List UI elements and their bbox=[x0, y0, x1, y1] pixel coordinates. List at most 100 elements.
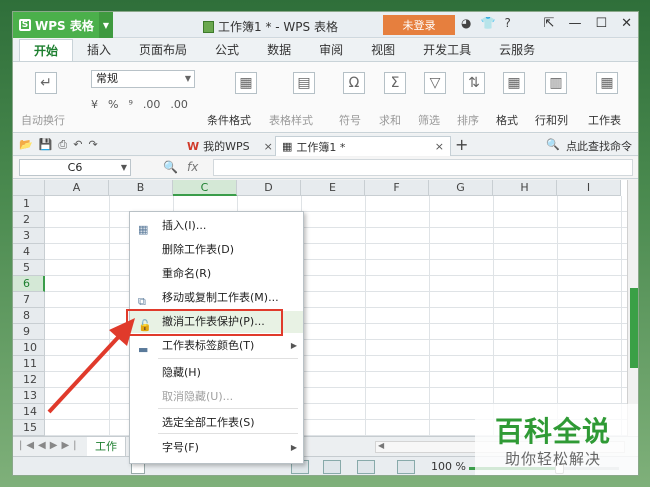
redo-icon[interactable]: ↷ bbox=[88, 138, 97, 152]
help-icon[interactable]: ? bbox=[504, 16, 510, 30]
folder-icon[interactable]: 📂 bbox=[19, 138, 33, 152]
context-menu-item[interactable]: 隐藏(H) bbox=[130, 362, 303, 384]
save-icon[interactable]: 💾 bbox=[39, 138, 53, 152]
symbol-button[interactable]: 符号 bbox=[339, 112, 361, 128]
app-menu-button[interactable]: S WPS 表格 ▼ bbox=[13, 12, 113, 38]
row-header[interactable]: 11 bbox=[13, 356, 45, 372]
format-icon[interactable]: ▦ bbox=[503, 72, 525, 94]
context-menu-item[interactable]: 选定全部工作表(S) bbox=[130, 412, 303, 434]
undo-icon[interactable]: ↶ bbox=[73, 138, 82, 152]
row-column-button[interactable]: 行和列 bbox=[535, 112, 568, 128]
chevron-down-icon[interactable]: ▼ bbox=[99, 12, 113, 38]
column-header[interactable]: F bbox=[365, 180, 429, 196]
maximize-icon[interactable]: ☐ bbox=[595, 16, 607, 31]
conditional-format-icon[interactable]: ▦ bbox=[235, 72, 257, 94]
sheet-tab[interactable]: 工作 bbox=[87, 437, 126, 457]
skin-icon[interactable]: ◕ bbox=[461, 16, 471, 30]
zoom-icon[interactable]: 🔍 bbox=[163, 160, 178, 174]
scroll-thumb[interactable] bbox=[630, 288, 638, 368]
login-button[interactable]: 未登录 bbox=[383, 15, 455, 35]
name-box[interactable]: C6 ▼ bbox=[19, 159, 131, 176]
percent-button[interactable]: % bbox=[108, 98, 118, 111]
page-break-view-icon[interactable] bbox=[323, 460, 341, 474]
sheet-nav-arrows[interactable]: |◀◀▶▶| bbox=[19, 440, 81, 451]
function-icon[interactable]: fx bbox=[187, 160, 198, 174]
reading-mode-icon[interactable] bbox=[397, 460, 415, 474]
row-header[interactable]: 14 bbox=[13, 404, 45, 420]
row-header[interactable]: 2 bbox=[13, 212, 45, 228]
thousands-button[interactable]: ⁹ bbox=[128, 98, 132, 111]
tab-review[interactable]: 审阅 bbox=[305, 39, 357, 61]
worksheet-button[interactable]: 工作表 bbox=[588, 112, 621, 128]
shirt-icon[interactable]: 👕 bbox=[480, 16, 495, 30]
tab-view[interactable]: 视图 bbox=[357, 39, 409, 61]
close-icon[interactable]: ✕ bbox=[621, 16, 632, 31]
tab-home[interactable]: 开始 bbox=[19, 39, 74, 61]
worksheet-icon[interactable]: ▦ bbox=[596, 72, 618, 94]
vertical-scrollbar[interactable] bbox=[627, 180, 638, 436]
symbol-icon[interactable]: Ω bbox=[343, 72, 365, 94]
select-all-corner[interactable] bbox=[13, 180, 45, 196]
tab-developer[interactable]: 开发工具 bbox=[409, 39, 485, 61]
column-header[interactable]: A bbox=[45, 180, 109, 196]
row-header[interactable]: 5 bbox=[13, 260, 45, 276]
row-header[interactable]: 13 bbox=[13, 388, 45, 404]
column-header[interactable]: E bbox=[301, 180, 365, 196]
decrease-decimal-button[interactable]: .00 bbox=[170, 98, 188, 111]
row-header[interactable]: 9 bbox=[13, 324, 45, 340]
sum-button[interactable]: 求和 bbox=[379, 112, 401, 128]
column-header[interactable]: G bbox=[429, 180, 493, 196]
row-header[interactable]: 7 bbox=[13, 292, 45, 308]
sort-icon[interactable]: ⇅ bbox=[463, 72, 485, 94]
table-style-button[interactable]: 表格样式 bbox=[269, 112, 313, 128]
currency-icon[interactable]: ¥ bbox=[91, 98, 98, 111]
wrap-text-icon[interactable]: ↵ bbox=[35, 72, 57, 94]
row-header[interactable]: 12 bbox=[13, 372, 45, 388]
row-header[interactable]: 4 bbox=[13, 244, 45, 260]
tab-data[interactable]: 数据 bbox=[253, 39, 305, 61]
tab-formulas[interactable]: 公式 bbox=[201, 39, 253, 61]
print-icon[interactable]: ⎙ bbox=[58, 138, 67, 152]
row-header[interactable]: 10 bbox=[13, 340, 45, 356]
filter-button[interactable]: 筛选 bbox=[418, 112, 440, 128]
context-menu-item[interactable]: ▦ 插入(I)... bbox=[130, 215, 303, 237]
formula-input[interactable] bbox=[213, 159, 633, 176]
row-header[interactable]: 8 bbox=[13, 308, 45, 324]
row-header[interactable]: 15 bbox=[13, 420, 45, 436]
column-header[interactable]: D bbox=[237, 180, 301, 196]
column-header[interactable]: H bbox=[493, 180, 557, 196]
context-menu-item[interactable]: ⧉ 移动或复制工作表(M)... bbox=[130, 287, 303, 309]
page-layout-view-icon[interactable] bbox=[357, 460, 375, 474]
row-column-icon[interactable]: ▥ bbox=[545, 72, 567, 94]
command-search[interactable]: 🔍 点此查找命令 bbox=[546, 138, 632, 154]
minimize-icon[interactable]: — bbox=[568, 16, 581, 31]
sort-button[interactable]: 排序 bbox=[457, 112, 479, 128]
table-style-icon[interactable]: ▤ bbox=[293, 72, 315, 94]
row-header[interactable]: 3 bbox=[13, 228, 45, 244]
row-header[interactable]: 1 bbox=[13, 196, 45, 212]
column-header[interactable]: I bbox=[557, 180, 621, 196]
context-menu-item[interactable]: 字号(F) ▶ bbox=[130, 437, 303, 459]
increase-decimal-button[interactable]: .00 bbox=[143, 98, 161, 111]
row-header[interactable]: 6 bbox=[13, 276, 45, 292]
tab-page-layout[interactable]: 页面布局 bbox=[125, 39, 201, 61]
conditional-format-button[interactable]: 条件格式 bbox=[207, 112, 251, 128]
tab-cloud[interactable]: 云服务 bbox=[485, 39, 549, 61]
filter-icon[interactable]: ▽ bbox=[424, 72, 446, 94]
autowrap-button[interactable]: 自动换行 bbox=[21, 112, 65, 128]
number-format-select[interactable]: 常规 ▼ bbox=[91, 70, 195, 88]
new-tab-icon[interactable]: + bbox=[455, 135, 468, 154]
context-menu-item[interactable]: 删除工作表(D) bbox=[130, 239, 303, 261]
restore-icon[interactable]: ⇱ bbox=[544, 16, 555, 31]
sum-icon[interactable]: Σ bbox=[384, 72, 406, 94]
column-header[interactable]: C bbox=[173, 180, 237, 196]
format-button[interactable]: 格式 bbox=[496, 112, 518, 128]
close-icon[interactable]: × bbox=[264, 140, 273, 153]
tab-workbook1[interactable]: ▦ 工作簿1 * × bbox=[275, 136, 451, 156]
tab-my-wps[interactable]: W 我的WPS × bbox=[181, 136, 279, 156]
close-icon[interactable]: × bbox=[435, 140, 444, 153]
context-menu-item[interactable]: ▬ 工作表标签颜色(T) ▶ bbox=[130, 335, 303, 357]
tab-insert[interactable]: 插入 bbox=[73, 39, 125, 61]
context-menu-item[interactable]: 重命名(R) bbox=[130, 263, 303, 285]
column-header[interactable]: B bbox=[109, 180, 173, 196]
